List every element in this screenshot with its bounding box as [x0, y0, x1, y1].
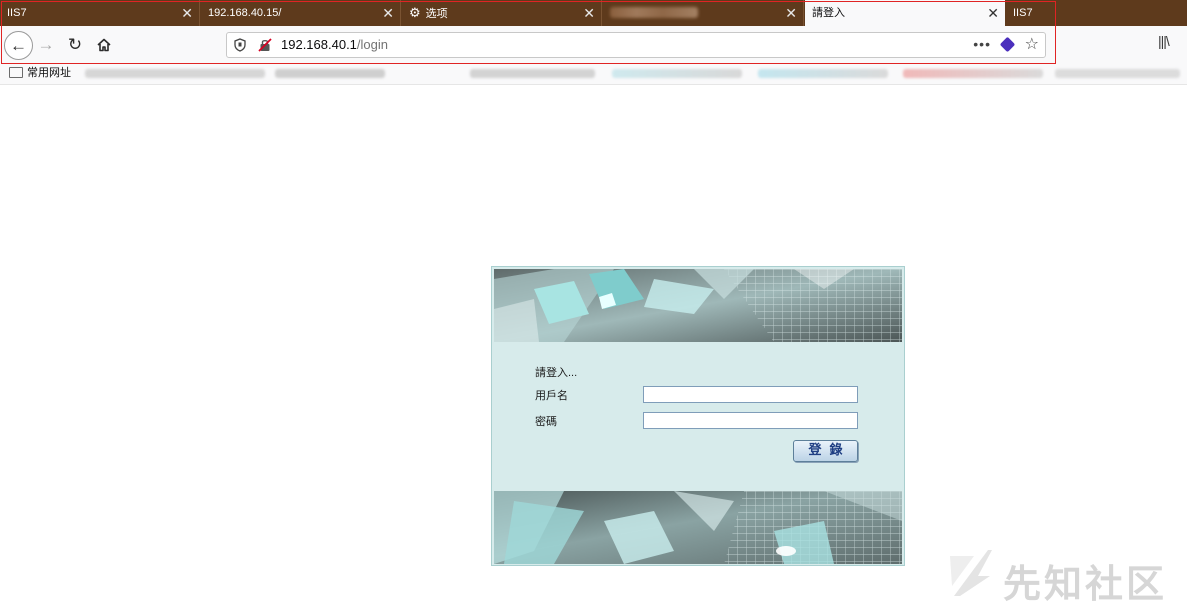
tab-title: 請登入	[812, 7, 845, 19]
close-icon[interactable]: ✕	[785, 0, 797, 26]
reload-button[interactable]: ↻	[62, 32, 88, 58]
tab-login[interactable]: 請登入 ✕	[805, 0, 1005, 26]
password-label: 密碼	[535, 416, 557, 428]
login-banner-top	[494, 269, 902, 342]
login-prompt: 請登入...	[535, 367, 578, 379]
login-button[interactable]: 登錄	[793, 440, 858, 462]
folder-icon	[9, 67, 23, 78]
home-button[interactable]	[91, 32, 117, 58]
redacted-tab-title	[610, 7, 698, 18]
tab-iis7-1[interactable]: IIS7 ✕	[0, 0, 200, 26]
redacted-bookmark[interactable]	[275, 69, 385, 78]
username-input[interactable]	[643, 386, 858, 403]
bookmark-folder-label[interactable]: 常用网址	[27, 65, 71, 81]
close-icon[interactable]: ✕	[181, 0, 193, 26]
extension-icon[interactable]	[999, 36, 1016, 53]
watermark-text: 先知社区	[1003, 562, 1168, 606]
bookmarks-toolbar: 常用网址	[0, 64, 1187, 85]
insecure-lock-icon[interactable]	[258, 38, 272, 52]
back-button[interactable]: ←	[4, 31, 33, 60]
tab-192-168-40-15[interactable]: 192.168.40.15/ ✕	[201, 0, 401, 26]
tab-redacted[interactable]: ✕	[603, 0, 804, 26]
arrow-right-icon: →	[37, 35, 55, 54]
login-banner-bottom	[494, 491, 902, 564]
page-actions-menu-icon[interactable]: •••	[973, 32, 991, 56]
url-text[interactable]: 192.168.40.1/login	[281, 33, 388, 57]
tab-strip: IIS7 ✕ 192.168.40.15/ ✕ ⚙ 选项 ✕ ✕ 請登入 ✕ II…	[0, 0, 1187, 26]
tab-iis7-2[interactable]: IIS7	[1006, 0, 1034, 26]
address-bar[interactable]: 192.168.40.1/login ••• ☆	[226, 32, 1046, 58]
home-icon	[97, 38, 111, 52]
redacted-bookmark[interactable]	[758, 69, 888, 78]
close-icon[interactable]: ✕	[382, 0, 394, 26]
username-label: 用戶名	[535, 390, 568, 402]
arrow-left-icon: ←	[10, 36, 27, 55]
redacted-bookmark[interactable]	[903, 69, 1043, 78]
gear-icon: ⚙	[409, 5, 421, 20]
watermark-logo	[950, 550, 992, 596]
url-host: 192.168.40.1	[281, 37, 357, 52]
redacted-bookmark[interactable]	[470, 69, 595, 78]
close-icon[interactable]: ✕	[987, 0, 999, 26]
redacted-bookmark[interactable]	[612, 69, 742, 78]
forward-button[interactable]: →	[33, 32, 59, 58]
tab-title: 选项	[425, 8, 448, 20]
library-icon[interactable]: |||\	[1158, 33, 1170, 49]
shield-icon[interactable]	[234, 38, 246, 52]
tab-title: 192.168.40.15/	[208, 7, 282, 19]
tab-title: IIS7	[7, 7, 27, 19]
reload-icon: ↻	[67, 35, 83, 54]
login-panel: 請登入... 用戶名 密碼 登錄	[491, 266, 905, 566]
navigation-toolbar: ← → ↻ 192.168.40.1/login ••• ☆ |||\	[0, 26, 1187, 65]
bookmark-star-icon[interactable]: ☆	[1025, 33, 1039, 57]
tab-options[interactable]: ⚙ 选项 ✕	[402, 0, 602, 26]
password-input[interactable]	[643, 412, 858, 429]
tab-title: IIS7	[1013, 7, 1033, 19]
close-icon[interactable]: ✕	[583, 0, 595, 26]
redacted-bookmark[interactable]	[85, 69, 265, 78]
redacted-bookmark[interactable]	[1055, 69, 1180, 78]
url-path: /login	[356, 37, 388, 52]
